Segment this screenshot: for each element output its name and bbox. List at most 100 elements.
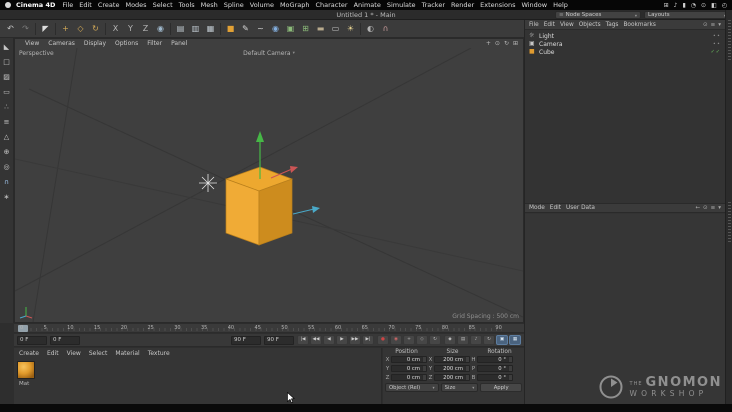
menubar-item[interactable]: Tracker bbox=[419, 1, 448, 9]
object-row[interactable]: ■ Cube ✓✓ bbox=[525, 48, 725, 56]
menubar-item[interactable]: Animate bbox=[351, 1, 384, 9]
subdivision-surface-button[interactable]: ◉ bbox=[268, 21, 283, 36]
cube-right-face[interactable] bbox=[258, 178, 293, 246]
object-name[interactable]: Light bbox=[539, 33, 554, 40]
autokey-indicator[interactable]: ▣ bbox=[496, 335, 508, 345]
panel-grip[interactable] bbox=[727, 202, 731, 244]
menubar-item[interactable]: Character bbox=[312, 1, 350, 9]
z-axis-arrowhead[interactable] bbox=[312, 206, 320, 213]
hud-button[interactable]: ▦ bbox=[509, 335, 521, 345]
search-icon[interactable]: ⊙ bbox=[703, 22, 708, 28]
value-stepper[interactable] bbox=[508, 366, 512, 371]
menubar-item[interactable]: Extensions bbox=[477, 1, 518, 9]
material-thumbnail[interactable] bbox=[17, 361, 35, 379]
menubar-item[interactable]: Simulate bbox=[384, 1, 419, 9]
object-row[interactable]: ▣ Camera ∙∙ bbox=[525, 40, 725, 48]
record-keyframe-button[interactable]: ● bbox=[377, 335, 389, 345]
object-name[interactable]: Cube bbox=[539, 49, 555, 56]
x-axis-arrowhead[interactable] bbox=[290, 166, 298, 173]
display-filter-button[interactable]: ◐ bbox=[363, 21, 378, 36]
node-spaces-dropdown[interactable]: ≡ Node Spaces ▾ bbox=[555, 11, 641, 19]
back-arrow-icon[interactable]: ← bbox=[695, 205, 700, 211]
points-mode-button[interactable]: ∴ bbox=[1, 101, 13, 113]
symmetry-button[interactable]: ▣ bbox=[283, 21, 298, 36]
viewport-canvas[interactable]: Perspective Default Camera ▾ Grid Spacin… bbox=[15, 48, 523, 322]
keyframe-selection-button[interactable]: ◆ bbox=[444, 335, 456, 345]
pla-button[interactable]: ▤ bbox=[457, 335, 469, 345]
panel-menu-icon[interactable]: ▾ bbox=[718, 22, 721, 28]
toggle-views-icon[interactable]: ⊞ bbox=[513, 40, 518, 47]
object-manager-menu-item[interactable]: Bookmarks bbox=[623, 22, 655, 28]
coordinate-system-toggle[interactable]: ◉ bbox=[153, 21, 168, 36]
viewport-panel[interactable]: View Cameras Display Options Filter Panel + ⊙ ↻… bbox=[14, 38, 524, 323]
add-cube-button[interactable]: ■ bbox=[223, 21, 238, 36]
keyboard-status-icon[interactable]: ⊞ bbox=[664, 2, 669, 9]
volume-status-icon[interactable]: ♪ bbox=[674, 2, 678, 9]
floor-object-button[interactable]: ▬ bbox=[313, 21, 328, 36]
menubar-item[interactable]: Help bbox=[550, 1, 571, 9]
panel-grip[interactable] bbox=[727, 20, 731, 62]
cloner-button[interactable]: ⊞ bbox=[298, 21, 313, 36]
cube-front-face[interactable] bbox=[225, 178, 260, 246]
clock-status-icon[interactable]: ◴ bbox=[722, 2, 727, 9]
texture-mode-button[interactable]: ▨ bbox=[1, 71, 13, 83]
options-icon[interactable]: ▾ bbox=[718, 205, 721, 211]
light-object[interactable] bbox=[199, 174, 217, 192]
material-menu-item[interactable]: Edit bbox=[47, 350, 59, 357]
current-frame-field[interactable]: 0 F bbox=[50, 335, 80, 345]
apple-icon[interactable] bbox=[5, 2, 11, 8]
object-manager-menu-item[interactable]: Tags bbox=[606, 22, 619, 28]
viewport-solo-button[interactable]: ◎ bbox=[1, 161, 13, 173]
pan-view-icon[interactable]: + bbox=[486, 40, 491, 47]
value-stepper[interactable] bbox=[422, 375, 426, 380]
value-stepper[interactable] bbox=[465, 366, 469, 371]
wifi-status-icon[interactable]: ◔ bbox=[691, 2, 696, 9]
snap-settings-button[interactable]: ∩ bbox=[1, 176, 13, 188]
viewport-menu-item[interactable]: Filter bbox=[147, 40, 162, 47]
material-menu-item[interactable]: View bbox=[67, 350, 81, 357]
object-manager-menu-item[interactable]: Edit bbox=[544, 22, 555, 28]
scale-tool[interactable]: ◇ bbox=[73, 21, 88, 36]
material-menu-item[interactable]: Select bbox=[89, 350, 108, 357]
previous-key-button[interactable]: ◀◀ bbox=[310, 335, 322, 345]
timeline-ruler[interactable]: 0 5 10 15 20 25 30 35 40 45 50 55 60 65 70 75 80 85 90 bbox=[14, 323, 524, 333]
position-value-field[interactable]: 0 cm bbox=[391, 356, 427, 363]
record-position-toggle[interactable]: + bbox=[403, 335, 415, 345]
value-stepper[interactable] bbox=[508, 357, 512, 362]
position-value-field[interactable]: 0 cm bbox=[391, 365, 427, 372]
material-menu-item[interactable]: Material bbox=[115, 350, 139, 357]
value-stepper[interactable] bbox=[465, 375, 469, 380]
previous-frame-button[interactable]: ◀ bbox=[323, 335, 335, 345]
cube-object[interactable] bbox=[224, 166, 294, 246]
menubar-item[interactable]: Render bbox=[448, 1, 477, 9]
rotation-value-field[interactable]: 0 ° bbox=[477, 365, 513, 372]
menubar-item[interactable]: Tools bbox=[176, 1, 198, 9]
object-tags[interactable]: ✓✓ bbox=[711, 49, 721, 55]
make-editable-button[interactable]: ◣ bbox=[1, 41, 13, 53]
y-axis-arrowhead[interactable] bbox=[256, 131, 264, 142]
sound-button[interactable]: ♪ bbox=[470, 335, 482, 345]
camera-label[interactable]: Default Camera ▾ bbox=[243, 50, 295, 57]
edges-mode-button[interactable]: ≡ bbox=[1, 116, 13, 128]
menubar-item[interactable]: File bbox=[59, 1, 76, 9]
render-view-button[interactable]: ▤ bbox=[173, 21, 188, 36]
render-picture-viewer-button[interactable]: ▥ bbox=[188, 21, 203, 36]
pen-tool-button[interactable]: ✎ bbox=[238, 21, 253, 36]
size-value-field[interactable]: 200 cm bbox=[434, 374, 470, 381]
attribute-manager-menu-item[interactable]: Edit bbox=[550, 205, 561, 211]
undo-button[interactable]: ↶ bbox=[3, 21, 18, 36]
record-rotation-toggle[interactable]: ↻ bbox=[429, 335, 441, 345]
zoom-view-icon[interactable]: ⊙ bbox=[495, 40, 500, 47]
modeling-settings-button[interactable]: ∗ bbox=[1, 191, 13, 203]
z-axis-lock[interactable]: Z bbox=[138, 21, 153, 36]
viewport-menu-item[interactable]: Options bbox=[115, 40, 138, 47]
material-menu-item[interactable]: Create bbox=[19, 350, 39, 357]
menubar-item[interactable]: Select bbox=[150, 1, 176, 9]
viewport-menu-item[interactable]: View bbox=[25, 40, 39, 47]
spotlight-status-icon[interactable]: ⊙ bbox=[701, 2, 706, 9]
object-row[interactable]: ☼ Light ∙∙ bbox=[525, 32, 725, 40]
viewport-menu-item[interactable]: Display bbox=[84, 40, 106, 47]
size-value-field[interactable]: 200 cm bbox=[434, 365, 470, 372]
object-tags[interactable]: ∙∙ bbox=[713, 33, 721, 39]
menubar-item[interactable]: Edit bbox=[76, 1, 95, 9]
